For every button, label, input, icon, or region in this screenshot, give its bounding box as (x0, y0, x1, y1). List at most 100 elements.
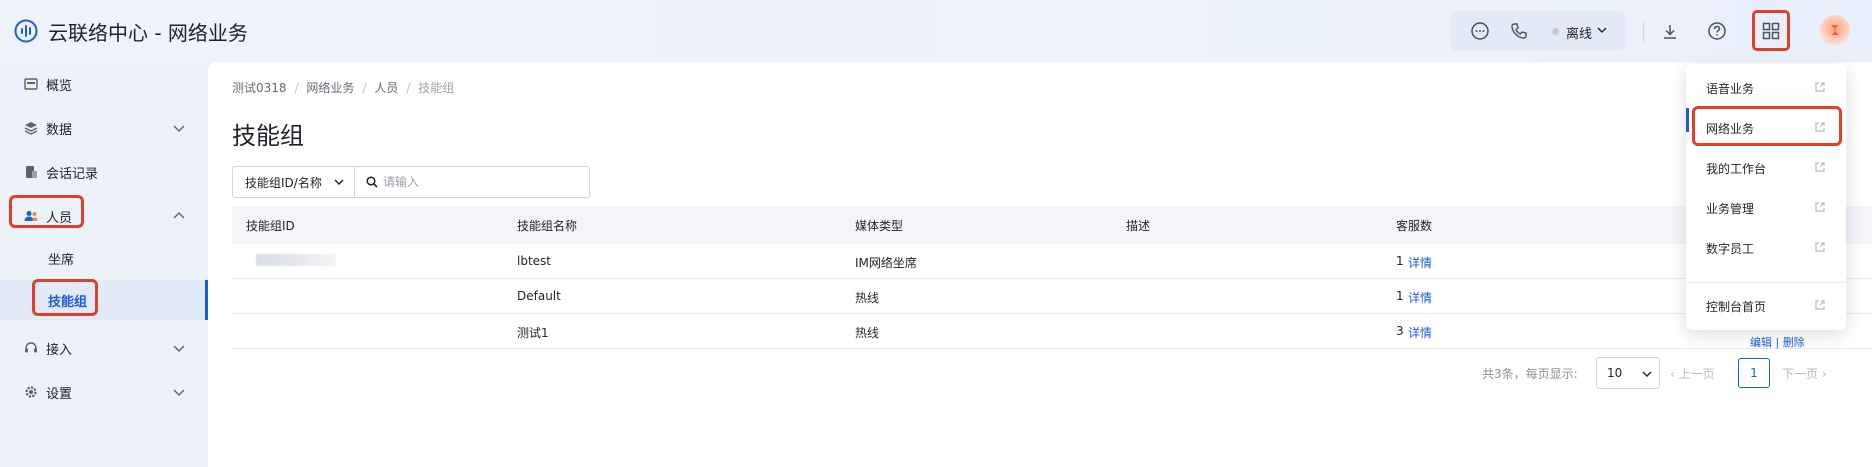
next-page-button[interactable]: 下一页 › (1782, 365, 1827, 382)
breadcrumb-item[interactable]: 网络业务 (306, 81, 354, 95)
dropdown-item-digital-staff[interactable]: 数字员工 (1686, 228, 1846, 266)
cell-count: 1 (1396, 289, 1404, 303)
avatar-icon (1831, 25, 1839, 35)
chevron-down-icon (173, 345, 185, 352)
breadcrumb-item[interactable]: 人员 (374, 81, 398, 95)
phone-icon[interactable] (1508, 20, 1530, 42)
chevron-down-icon (334, 179, 344, 185)
overview-icon (24, 78, 38, 90)
settings-icon (25, 386, 37, 398)
sidebar-item-session-records[interactable]: 会话记录 (0, 150, 208, 194)
dropdown-active-indicator (1686, 108, 1689, 132)
next-page-label: 下一页 (1782, 367, 1819, 381)
cell-name: Default (517, 289, 561, 303)
sidebar-item-label: 数据 (46, 122, 73, 138)
page-size-value: 10 (1607, 366, 1623, 380)
dropdown-item-label: 语音业务 (1706, 82, 1755, 96)
breadcrumb: 测试0318/ 网络业务 / 人员 / 技能组 (232, 81, 455, 95)
sidebar: 概览 数据 会话记录 人员 坐席 技能组 接入 设置 (0, 62, 208, 467)
sidebar-subitem-seats[interactable]: 坐席 (0, 238, 208, 278)
redacted-id (256, 254, 336, 266)
chevron-down-icon (1597, 27, 1607, 33)
top-header: 云联络中心 - 网络业务 离线 (0, 0, 1872, 62)
page-title: 技能组 (232, 122, 304, 150)
search-icon (366, 176, 378, 188)
sidebar-item-settings[interactable]: 设置 (0, 370, 208, 414)
skill-group-table: 技能组ID 技能组名称 媒体类型 描述 客服数 lbtest IM网络坐席 1 … (232, 206, 1872, 349)
detail-link[interactable]: 详情 (1408, 324, 1432, 341)
app-logo-icon (14, 19, 38, 43)
dropdown-item-label: 我的工作台 (1706, 162, 1767, 176)
status-dot (1552, 28, 1559, 35)
cell-count: 1 (1396, 254, 1404, 268)
breadcrumb-item[interactable]: 测试0318 (232, 81, 287, 95)
cell-name: 测试1 (517, 326, 549, 340)
apps-grid-icon (1762, 22, 1780, 39)
sidebar-item-label: 会话记录 (46, 166, 99, 182)
filter-field-select[interactable]: 技能组ID/名称 (233, 167, 355, 197)
dropdown-item-business-mgmt[interactable]: 业务管理 (1686, 188, 1846, 226)
layers-icon (24, 122, 38, 135)
highlight-box (1692, 106, 1842, 146)
page-size-select[interactable]: 10 (1596, 357, 1660, 389)
external-link-icon (1815, 82, 1825, 92)
pagination-total: 共3条，每页显示: (1482, 367, 1578, 381)
breadcrumb-current: 技能组 (418, 81, 455, 95)
filter-field-label: 技能组ID/名称 (245, 176, 322, 190)
external-link-icon (1815, 300, 1825, 310)
table-row: 测试1 热线 3 详情 (232, 314, 1872, 349)
cell-media: IM网络坐席 (855, 256, 917, 270)
user-avatar[interactable] (1820, 15, 1850, 45)
sidebar-item-overview[interactable]: 概览 (0, 62, 208, 106)
search-input[interactable] (383, 171, 583, 193)
sidebar-item-label: 设置 (46, 386, 73, 402)
prev-page-button[interactable]: ‹ 上一页 (1670, 365, 1715, 382)
dropdown-item-workbench[interactable]: 我的工作台 (1686, 148, 1846, 186)
sidebar-item-access[interactable]: 接入 (0, 326, 208, 370)
headset-icon (25, 342, 37, 353)
app-title: 云联络中心 - 网络业务 (48, 21, 248, 45)
sidebar-item-label: 坐席 (48, 252, 75, 268)
record-icon (26, 166, 37, 178)
highlight-box (32, 279, 98, 316)
dropdown-item-label: 控制台首页 (1706, 300, 1767, 314)
external-link-icon (1815, 202, 1825, 212)
cell-name: lbtest (517, 254, 551, 268)
column-header: 描述 (1126, 219, 1151, 233)
partial-row-actions[interactable]: 编辑 | 删除 (1750, 334, 1805, 350)
detail-link[interactable]: 详情 (1408, 289, 1432, 306)
download-icon[interactable] (1659, 21, 1681, 43)
status-select[interactable]: 离线 (1566, 23, 1592, 42)
dropdown-item-label: 业务管理 (1706, 202, 1755, 216)
detail-link[interactable]: 详情 (1408, 254, 1432, 271)
header-divider (1643, 22, 1644, 42)
help-icon[interactable] (1706, 20, 1728, 42)
dropdown-item-voice[interactable]: 语音业务 (1686, 68, 1846, 106)
external-link-icon (1815, 242, 1825, 252)
prev-page-label: 上一页 (1678, 367, 1715, 381)
chevron-up-icon (173, 212, 185, 219)
main-content: 测试0318/ 网络业务/ 人员/ 技能组 技能组 技能组ID/名称 技能组ID… (208, 62, 1872, 467)
sidebar-item-label: 接入 (46, 342, 73, 358)
dropdown-item-label: 数字员工 (1706, 242, 1755, 256)
external-link-icon (1815, 162, 1825, 172)
page-number-button[interactable]: 1 (1738, 358, 1770, 388)
chevron-down-icon (1642, 371, 1652, 377)
chat-icon[interactable] (1469, 20, 1491, 42)
column-header: 媒体类型 (855, 219, 904, 233)
apps-grid-button[interactable] (1752, 10, 1790, 51)
search-filter: 技能组ID/名称 (232, 166, 590, 198)
dropdown-item-console-home[interactable]: 控制台首页 (1686, 286, 1846, 324)
column-header: 技能组ID (246, 219, 295, 233)
chevron-down-icon (173, 125, 185, 132)
highlight-box (9, 195, 84, 228)
cell-media: 热线 (855, 291, 880, 305)
column-header: 技能组名称 (517, 219, 578, 233)
column-header: 客服数 (1396, 219, 1433, 233)
table-row: lbtest IM网络坐席 1 详情 (232, 244, 1872, 279)
cell-media: 热线 (855, 326, 880, 340)
app-switcher-dropdown: 语音业务 网络业务 我的工作台 业务管理 数字员工 控制台首页 (1686, 64, 1846, 330)
table-row: Default 热线 1 详情 (232, 279, 1872, 314)
dropdown-divider (1686, 282, 1846, 283)
sidebar-item-data[interactable]: 数据 (0, 106, 208, 150)
